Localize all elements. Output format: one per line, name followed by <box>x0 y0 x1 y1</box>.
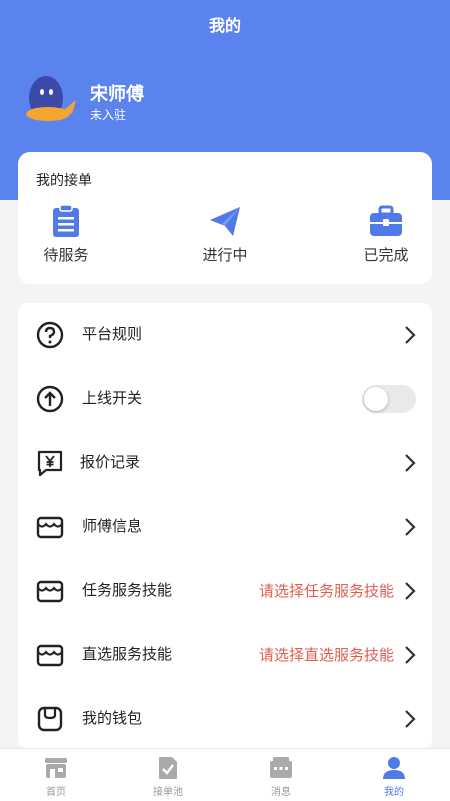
menu-item-direct-skill[interactable]: 直选服务技能 请选择直选服务技能 <box>18 623 432 687</box>
tab-label: 接单池 <box>153 787 183 798</box>
menu-item-quote-records[interactable]: 报价记录 <box>18 431 432 495</box>
chevron-right-icon <box>405 326 416 344</box>
order-in-progress[interactable]: 进行中 <box>185 204 265 265</box>
tab-label: 首页 <box>46 787 66 798</box>
store-icon <box>36 644 64 667</box>
chevron-right-icon <box>405 646 416 664</box>
menu-item-label: 报价记录 <box>80 453 141 471</box>
menu-item-task-skill[interactable]: 任务服务技能 请选择任务服务技能 <box>18 559 432 623</box>
my-orders-card: 我的接单 待服务 进行中 已完成 <box>18 152 432 284</box>
person-icon <box>383 757 405 779</box>
menu-item-label: 师傅信息 <box>82 517 143 535</box>
menu-item-master-info[interactable]: 师傅信息 <box>18 495 432 559</box>
chevron-right-icon <box>405 582 416 600</box>
task-skill-hint: 请选择任务服务技能 <box>258 582 394 600</box>
menu-item-online-switch: 上线开关 <box>18 367 432 431</box>
store-icon <box>36 516 64 539</box>
wallet-icon <box>37 706 63 732</box>
document-check-icon <box>159 757 177 779</box>
briefcase-icon <box>370 205 402 236</box>
bottom-tab-bar: 首页 接单池 消息 我的 <box>0 748 450 801</box>
arrow-up-circle-icon <box>36 385 64 413</box>
user-name: 宋师傅 <box>90 84 144 105</box>
order-completed[interactable]: 已完成 <box>346 204 426 265</box>
menu-item-label: 上线开关 <box>82 389 143 407</box>
clipboard-icon <box>53 204 79 237</box>
avatar[interactable] <box>18 66 80 128</box>
menu-item-platform-rules[interactable]: 平台规则 <box>18 303 432 367</box>
menu-item-label: 直选服务技能 <box>82 645 173 663</box>
order-in-progress-label: 进行中 <box>202 246 248 264</box>
tab-label: 消息 <box>271 787 291 798</box>
paper-plane-icon <box>210 207 240 236</box>
user-status: 未入驻 <box>90 108 127 122</box>
chevron-right-icon <box>405 454 416 472</box>
tab-label: 我的 <box>384 787 404 798</box>
my-orders-title: 我的接单 <box>36 173 92 189</box>
menu-list: 平台规则 上线开关 报价记录 师傅信息 任务服务技能 请选择任务服务技能 直选服… <box>18 303 432 749</box>
order-completed-label: 已完成 <box>363 246 409 264</box>
toggle-knob <box>364 387 388 411</box>
store-icon <box>36 580 64 603</box>
message-icon <box>270 757 292 778</box>
menu-item-wallet[interactable]: 我的钱包 <box>18 687 432 749</box>
tab-mine[interactable]: 我的 <box>338 755 450 798</box>
chevron-right-icon <box>405 710 416 728</box>
menu-item-label: 任务服务技能 <box>82 581 173 599</box>
tab-home[interactable]: 首页 <box>0 755 112 798</box>
page-title: 我的 <box>208 16 241 35</box>
direct-skill-hint: 请选择直选服务技能 <box>258 646 394 664</box>
tab-order-pool[interactable]: 接单池 <box>112 755 224 798</box>
chevron-right-icon <box>405 518 416 536</box>
question-circle-icon <box>36 321 64 349</box>
yen-chat-icon <box>37 450 63 477</box>
order-pending[interactable]: 待服务 <box>26 204 106 265</box>
online-toggle[interactable] <box>362 385 416 413</box>
menu-item-label: 平台规则 <box>82 325 143 343</box>
tab-messages[interactable]: 消息 <box>225 755 337 798</box>
menu-item-label: 我的钱包 <box>82 709 143 727</box>
order-pending-label: 待服务 <box>43 246 89 264</box>
shop-icon <box>45 758 67 778</box>
